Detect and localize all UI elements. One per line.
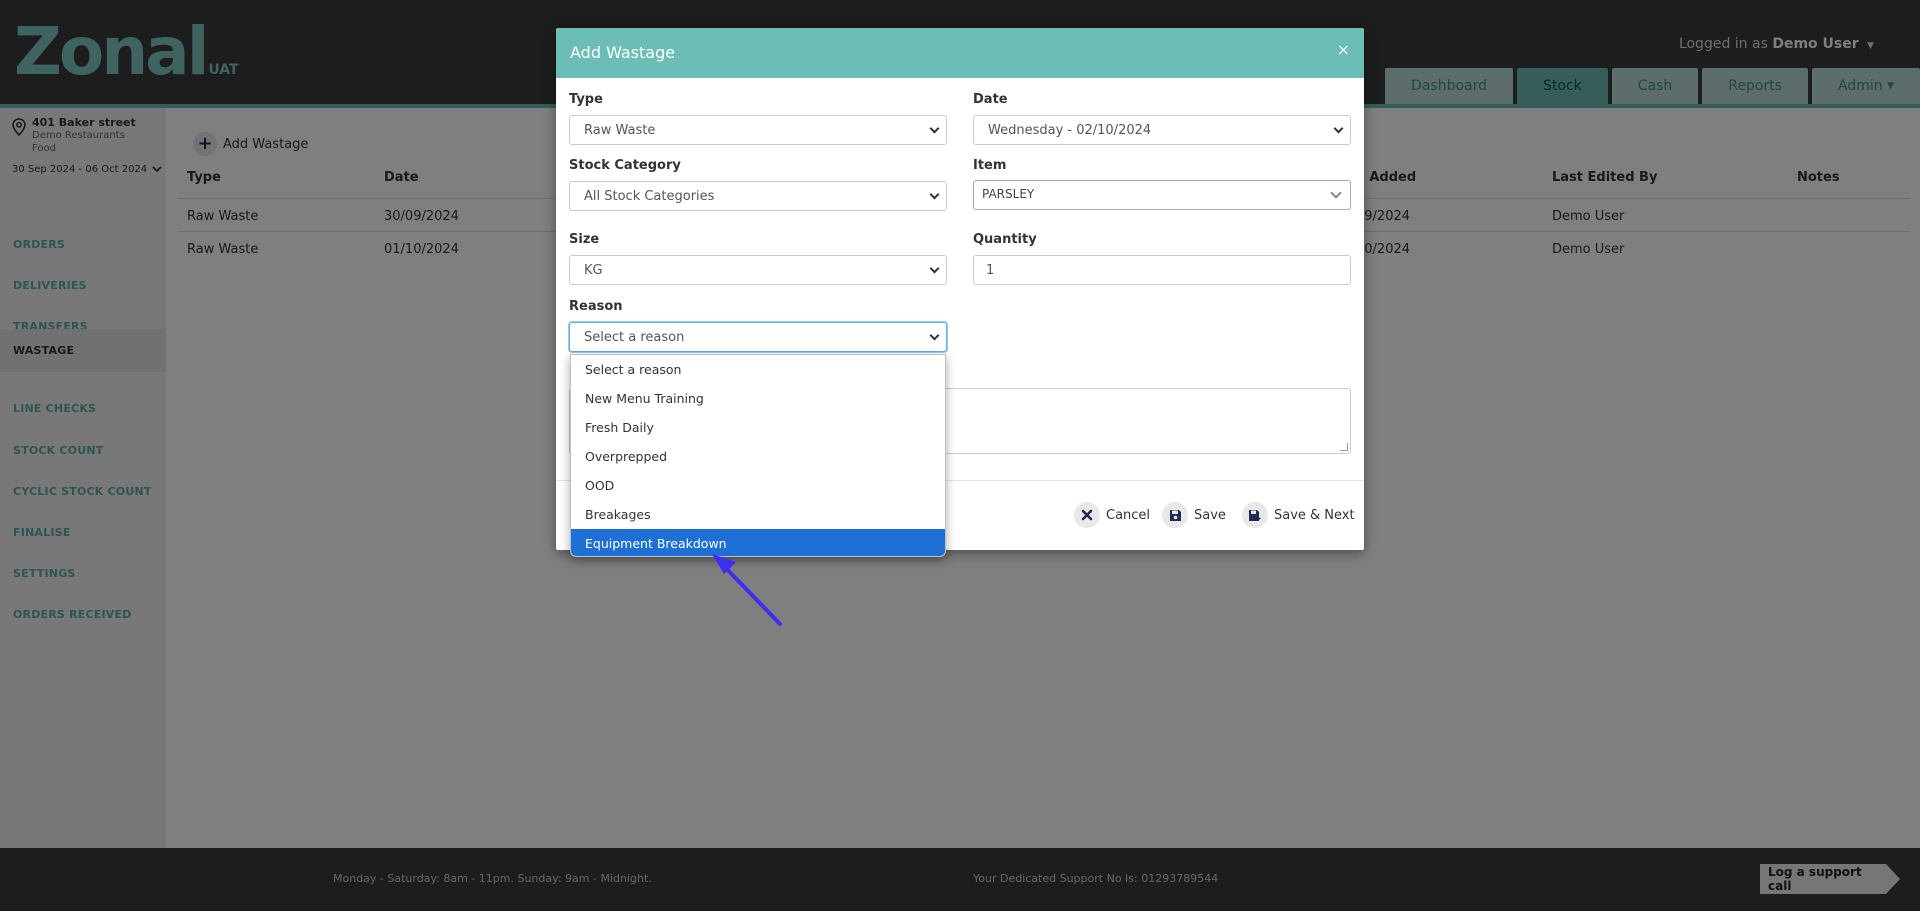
chevron-down-icon <box>1333 123 1344 134</box>
size-select-value: KG <box>584 262 603 278</box>
annotation-arrow-icon <box>712 554 782 626</box>
floppy-disk-icon <box>1162 502 1188 528</box>
reason-select-value: Select a reason <box>584 329 685 345</box>
reason-option[interactable]: Breakages <box>571 500 945 529</box>
reason-option[interactable]: New Menu Training <box>571 384 945 413</box>
floppy-disk-next-icon <box>1242 502 1268 528</box>
cancel-button[interactable]: Cancel <box>1074 502 1150 528</box>
item-select[interactable]: PARSLEY <box>973 180 1351 210</box>
stock-category-value: All Stock Categories <box>584 188 715 204</box>
quantity-value: 1 <box>986 262 995 278</box>
save-button[interactable]: Save <box>1162 502 1226 528</box>
item-label: Item <box>973 158 1007 173</box>
reason-option[interactable]: Overprepped <box>571 442 945 471</box>
modal-header: Add Wastage × <box>556 28 1364 78</box>
reason-option-label: OOD <box>585 478 615 493</box>
type-select-value: Raw Waste <box>584 122 656 138</box>
reason-option-label: Fresh Daily <box>585 420 654 435</box>
chevron-down-icon <box>929 123 940 134</box>
date-select[interactable]: Wednesday - 02/10/2024 <box>973 115 1351 145</box>
item-select-value: PARSLEY <box>982 187 1035 201</box>
chevron-down-icon <box>1330 187 1342 199</box>
reason-label: Reason <box>569 299 623 314</box>
stock-category-label: Stock Category <box>569 158 681 173</box>
size-select[interactable]: KG <box>569 255 947 285</box>
reason-option-label: Select a reason <box>585 362 682 377</box>
reason-option-label: Breakages <box>585 507 651 522</box>
date-label: Date <box>973 92 1008 107</box>
reason-select[interactable]: Select a reason <box>569 322 947 352</box>
close-icon <box>1074 502 1100 528</box>
type-label: Type <box>569 92 603 107</box>
date-select-value: Wednesday - 02/10/2024 <box>988 122 1152 138</box>
reason-option[interactable]: OOD <box>571 471 945 500</box>
stock-category-select[interactable]: All Stock Categories <box>569 181 947 211</box>
resize-handle-icon[interactable] <box>1340 443 1348 451</box>
quantity-label: Quantity <box>973 232 1037 247</box>
chevron-down-icon <box>929 263 940 274</box>
type-select[interactable]: Raw Waste <box>569 115 947 145</box>
reason-option[interactable]: Select a reason <box>571 355 945 384</box>
reason-dropdown-list: Select a reason New Menu Training Fresh … <box>570 354 946 557</box>
reason-option-label: New Menu Training <box>585 391 704 406</box>
reason-option-label: Overprepped <box>585 449 668 464</box>
save-and-next-label: Save & Next <box>1274 507 1355 523</box>
cancel-label: Cancel <box>1106 507 1151 523</box>
quantity-input[interactable]: 1 <box>973 255 1351 285</box>
close-icon[interactable]: × <box>1337 40 1350 59</box>
size-label: Size <box>569 232 600 247</box>
save-and-next-button[interactable]: Save & Next <box>1242 502 1355 528</box>
save-label: Save <box>1194 507 1226 523</box>
modal-title: Add Wastage <box>570 43 676 62</box>
chevron-down-icon <box>929 189 940 200</box>
chevron-down-icon <box>929 330 940 341</box>
reason-option[interactable]: Fresh Daily <box>571 413 945 442</box>
